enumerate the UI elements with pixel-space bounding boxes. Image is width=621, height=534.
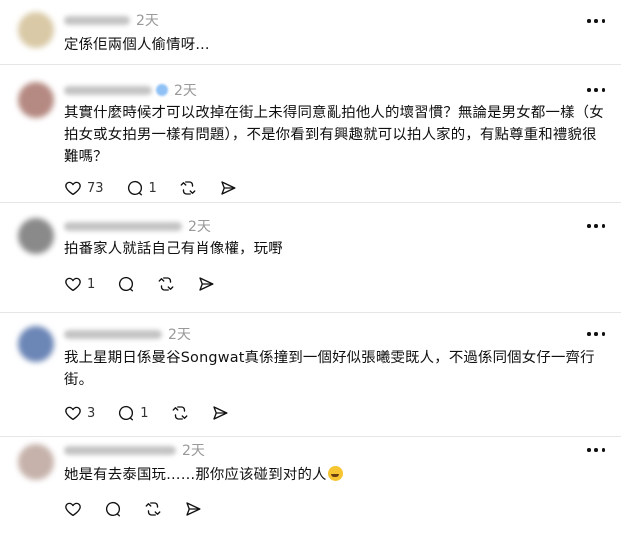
comment-text: 拍番家人就話自己有肖像權，玩嘢 bbox=[64, 241, 283, 257]
timestamp[interactable]: 2天 bbox=[174, 80, 197, 100]
action-bar: 73 1 bbox=[64, 177, 259, 199]
verified-badge-icon bbox=[156, 84, 168, 96]
comment-icon bbox=[127, 180, 142, 196]
rofl-emoji-icon bbox=[327, 466, 343, 481]
more-options-icon[interactable] bbox=[587, 441, 605, 459]
share-button[interactable] bbox=[184, 500, 202, 518]
comment-text: 定係佢兩個人偷情呀... bbox=[64, 37, 210, 53]
timestamp[interactable]: 2天 bbox=[168, 324, 191, 344]
comment-item: 2天 拍番家人就話自己有肖像權，玩嘢 1 bbox=[0, 202, 621, 312]
repost-icon bbox=[145, 502, 161, 516]
reply-button[interactable] bbox=[117, 275, 135, 293]
comment-text: 她是有去泰国玩……那你应该碰到对的人 bbox=[64, 464, 605, 486]
repost-icon bbox=[158, 277, 174, 291]
send-icon bbox=[199, 277, 214, 291]
avatar[interactable] bbox=[18, 444, 54, 480]
like-count: 3 bbox=[87, 405, 96, 421]
repost-button[interactable] bbox=[171, 404, 189, 422]
username[interactable] bbox=[64, 221, 182, 231]
comment-icon bbox=[119, 276, 134, 292]
more-options-icon[interactable] bbox=[587, 12, 605, 30]
timestamp[interactable]: 2天 bbox=[136, 10, 159, 30]
send-icon bbox=[212, 406, 227, 420]
share-button[interactable] bbox=[197, 275, 215, 293]
like-button[interactable]: 73 bbox=[64, 179, 104, 197]
username[interactable] bbox=[64, 445, 176, 455]
comment-header: 2天 bbox=[64, 80, 197, 100]
action-bar: 1 bbox=[64, 273, 237, 295]
comment-header: 2天 bbox=[64, 216, 211, 236]
share-button[interactable] bbox=[211, 404, 229, 422]
username[interactable] bbox=[64, 329, 162, 339]
reply-button[interactable]: 1 bbox=[117, 404, 149, 422]
comment-text: 其實什麼時候才可以改掉在街上未得同意亂拍他人的壞習慣？無論是男女都一樣（女拍女或… bbox=[64, 105, 604, 165]
comment-text: 我上星期日係曼谷Songwat真係撞到一個好似張曦雯既人，不過係同個女仔一齊行街… bbox=[64, 350, 595, 388]
heart-icon bbox=[65, 277, 81, 292]
reply-button[interactable] bbox=[104, 500, 122, 518]
heart-icon bbox=[65, 502, 81, 517]
comment-item: 2天 其實什麼時候才可以改掉在街上未得同意亂拍他人的壞習慣？無論是男女都一樣（女… bbox=[0, 64, 621, 202]
more-options-icon[interactable] bbox=[587, 217, 605, 235]
avatar[interactable] bbox=[18, 82, 54, 118]
reply-count: 1 bbox=[148, 180, 157, 196]
repost-button[interactable] bbox=[157, 275, 175, 293]
comment-header: 2天 bbox=[64, 440, 205, 460]
username[interactable] bbox=[64, 85, 152, 95]
like-button[interactable] bbox=[64, 500, 82, 518]
repost-button[interactable] bbox=[144, 500, 162, 518]
comment-header: 2天 bbox=[64, 324, 191, 344]
action-bar: 3 1 bbox=[64, 402, 251, 424]
like-button[interactable]: 1 bbox=[64, 275, 95, 293]
share-button[interactable] bbox=[219, 179, 237, 197]
timestamp[interactable]: 2天 bbox=[182, 440, 205, 460]
repost-icon bbox=[172, 406, 187, 420]
like-count: 73 bbox=[87, 180, 104, 196]
reply-button[interactable]: 1 bbox=[126, 179, 157, 197]
repost-button[interactable] bbox=[179, 179, 197, 197]
send-icon bbox=[221, 181, 236, 195]
more-options-icon[interactable] bbox=[587, 325, 605, 343]
avatar[interactable] bbox=[18, 326, 54, 362]
avatar[interactable] bbox=[18, 218, 54, 254]
send-icon bbox=[186, 502, 201, 516]
comment-text-content: 她是有去泰国玩……那你应该碰到对的人 bbox=[64, 467, 327, 483]
comment-icon bbox=[105, 501, 121, 517]
username[interactable] bbox=[64, 15, 130, 25]
reply-count: 1 bbox=[140, 405, 149, 421]
action-bar bbox=[64, 498, 224, 520]
comment-header: 2天 bbox=[64, 10, 159, 30]
comment-item: 2天 我上星期日係曼谷Songwat真係撞到一個好似張曦雯既人，不過係同個女仔一… bbox=[0, 312, 621, 436]
heart-icon bbox=[65, 181, 81, 196]
like-button[interactable]: 3 bbox=[64, 404, 95, 422]
like-count: 1 bbox=[87, 276, 96, 292]
avatar[interactable] bbox=[18, 12, 54, 48]
comment-item: 2天 定係佢兩個人偷情呀... bbox=[0, 0, 621, 64]
repost-icon bbox=[180, 181, 196, 195]
heart-icon bbox=[65, 406, 81, 421]
more-options-icon[interactable] bbox=[587, 81, 605, 99]
comment-item: 2天 她是有去泰国玩……那你应该碰到对的人 bbox=[0, 436, 621, 534]
timestamp[interactable]: 2天 bbox=[188, 216, 211, 236]
comment-icon bbox=[119, 405, 134, 421]
